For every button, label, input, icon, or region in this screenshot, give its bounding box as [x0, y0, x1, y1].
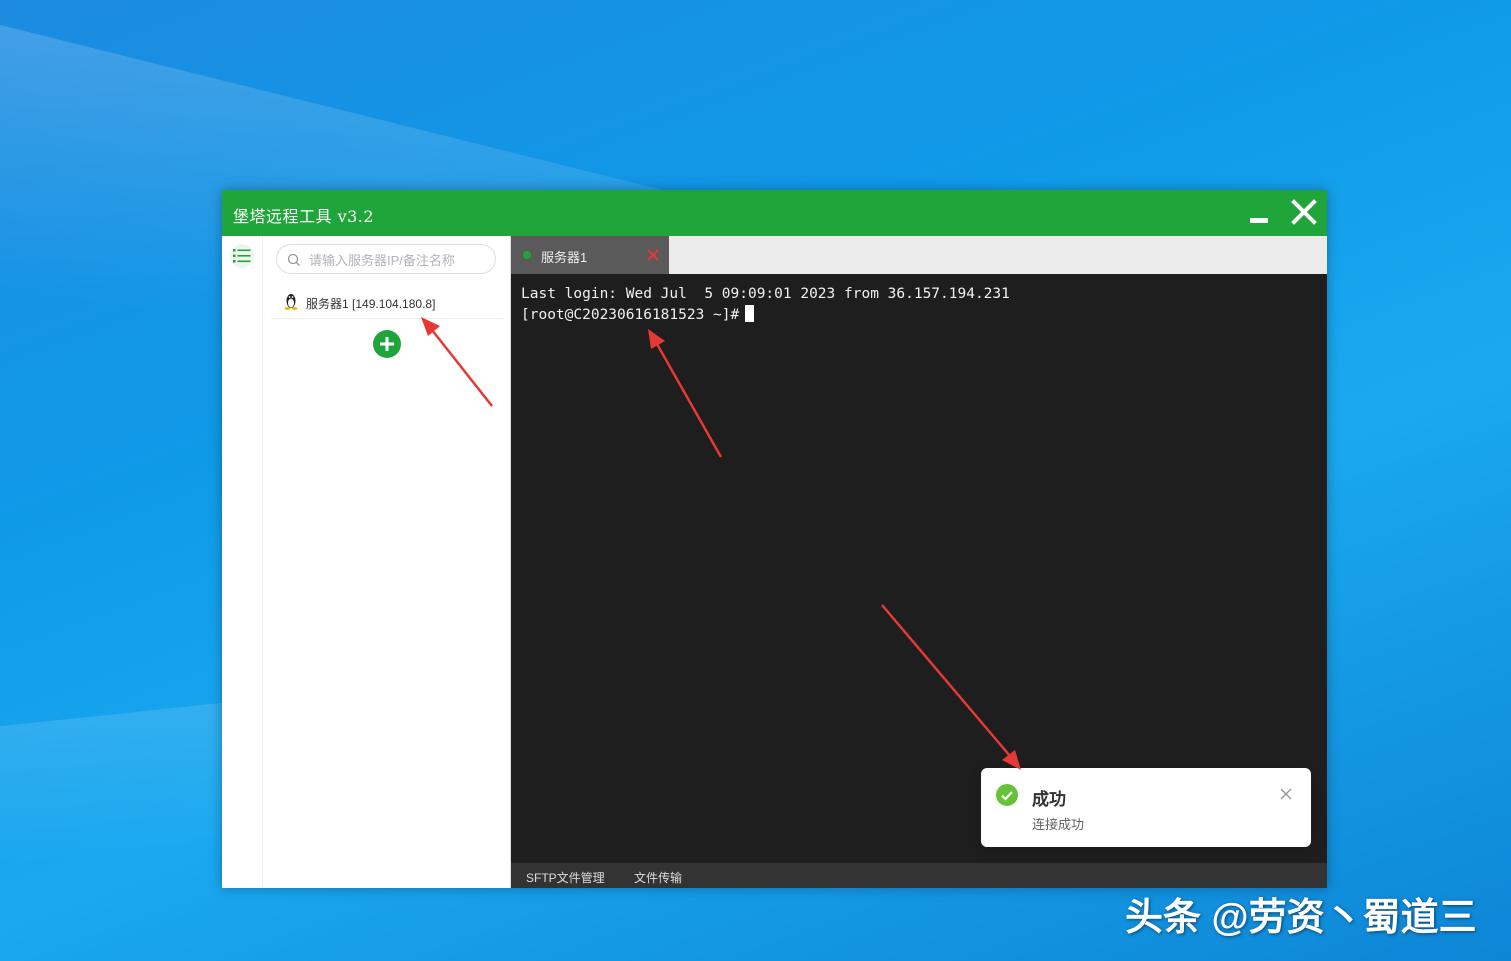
search-input[interactable]: [307, 250, 491, 270]
success-notification: 成功 连接成功: [981, 768, 1311, 847]
tab-label: 服务器1: [541, 250, 588, 265]
minimize-icon: [1250, 218, 1268, 223]
file-transfer-button[interactable]: 文件传输: [634, 869, 682, 886]
list-icon: [233, 249, 251, 263]
server-list-item[interactable]: 服务器1 [149.104.180.8]: [271, 286, 503, 319]
terminal-prompt: [root@C20230616181523 ~]#: [521, 307, 740, 323]
plus-icon: [380, 337, 394, 351]
linux-icon: [284, 294, 298, 310]
close-icon: [1291, 199, 1317, 225]
terminal-cursor: [745, 305, 755, 322]
notification-title: 成功: [1032, 790, 1066, 809]
server-label: 服务器1 [149.104.180.8]: [306, 297, 436, 311]
notification-message: 连接成功: [1032, 817, 1085, 832]
search-box[interactable]: [276, 244, 496, 274]
desktop: 堡塔远程工具 v3.2 请输入服务器IP/备注名称 服务器1 [149.104.…: [0, 0, 1511, 961]
search-icon: [287, 253, 300, 266]
terminal-prompt-line: [root@C20230616181523 ~]#: [521, 305, 755, 323]
terminal-line: Last login: Wed Jul 5 09:09:01 2023 from…: [521, 286, 1010, 302]
minimize-button[interactable]: [1242, 196, 1276, 230]
app-title: 堡塔远程工具 v3.2: [233, 207, 375, 226]
list-menu-button[interactable]: [230, 244, 254, 268]
connection-status-dot: [523, 251, 531, 259]
close-window-button[interactable]: [1287, 196, 1321, 230]
server-sidebar: 服务器1 [149.104.180.8]: [263, 236, 511, 888]
bottom-toolbar: SFTP文件管理 文件传输: [511, 863, 1327, 888]
notification-close-icon[interactable]: [1280, 788, 1292, 800]
tab-bar: 服务器1: [511, 236, 1327, 274]
title-bar[interactable]: 堡塔远程工具 v3.2: [222, 190, 1327, 236]
sftp-file-manager-button[interactable]: SFTP文件管理: [526, 869, 605, 886]
left-rail: [222, 236, 263, 888]
tab-close-icon[interactable]: [646, 248, 660, 262]
watermark-text: 头条 @劳资丶蜀道三: [1125, 897, 1477, 939]
tab-server1[interactable]: 服务器1: [511, 236, 669, 274]
check-circle-icon: [996, 784, 1018, 806]
add-server-button[interactable]: [373, 330, 401, 358]
